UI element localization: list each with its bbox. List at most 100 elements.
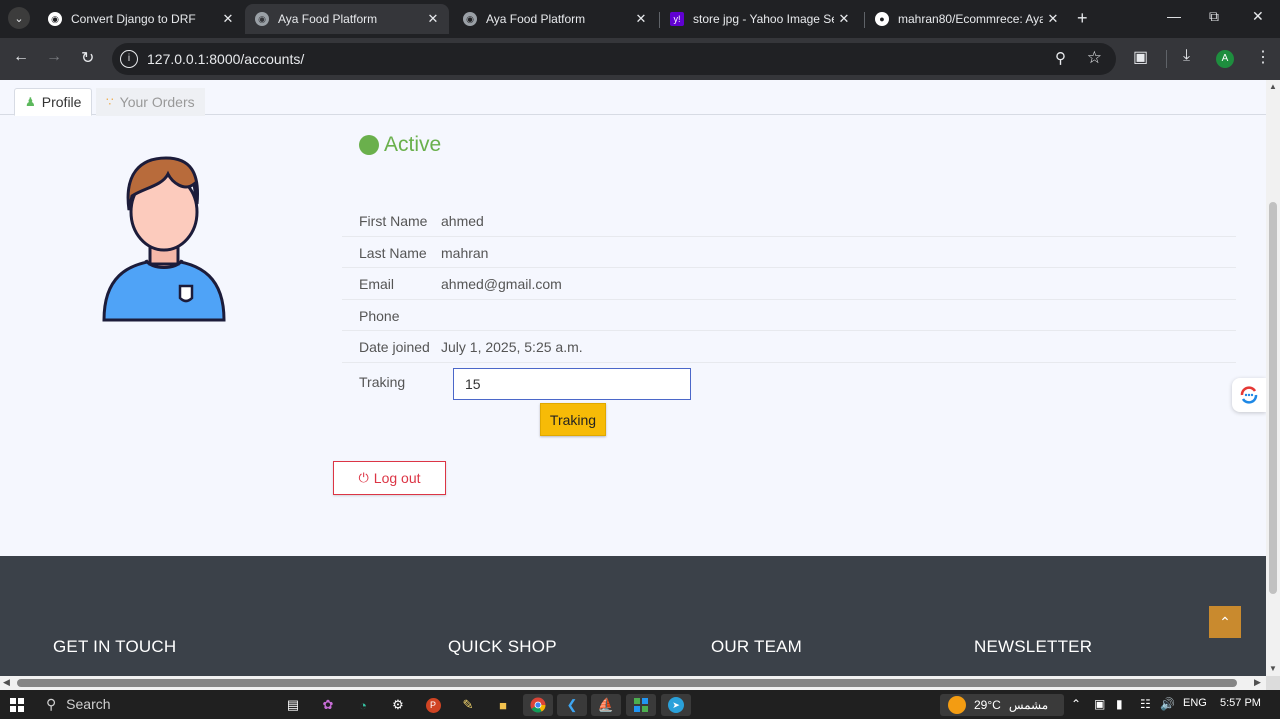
close-window-icon[interactable]: ✕ (1252, 8, 1264, 25)
tab-your-orders[interactable]: ∵ Your Orders (96, 88, 205, 116)
horizontal-scrollbar[interactable]: ◀ ▶ (0, 676, 1266, 690)
info-row-last-name: Last Name mahran (342, 237, 1236, 268)
tab-search-chevron-icon[interactable]: ⌄ (8, 7, 30, 29)
info-row-first-name: First Name ahmed (342, 205, 1236, 237)
wifi-icon[interactable]: ☷ (1140, 697, 1151, 711)
reload-icon[interactable]: ↻ (81, 48, 94, 68)
telegram-icon[interactable]: ➤ (661, 694, 691, 716)
site-info-icon[interactable]: i (120, 50, 138, 68)
info-row-date-joined: Date joined July 1, 2025, 5:25 a.m. (342, 331, 1236, 363)
task-view-icon[interactable]: ▤ (282, 694, 304, 716)
browser-toolbar: ← → ↻ i 127.0.0.1:8000/accounts/ ⚲ ☆ ▣ ⤓… (0, 38, 1280, 80)
weather-condition: مشمس (1008, 698, 1049, 712)
vertical-scrollbar[interactable]: ▲ ▼ (1266, 80, 1280, 676)
globe-icon: ◉ (255, 12, 269, 26)
profile-avatar[interactable]: A (1216, 50, 1234, 68)
back-to-top-button[interactable]: ⌃ (1209, 606, 1241, 638)
notepad-icon[interactable]: ✎ (457, 694, 479, 716)
status-dot-icon (359, 135, 379, 155)
profile-info-table: First Name ahmed Last Name mahran Email … (342, 205, 1236, 363)
page-viewport: ♟ Profile ∵ Your Orders Active First Nam… (0, 80, 1266, 676)
info-row-email: Email ahmed@gmail.com (342, 268, 1236, 300)
power-icon: ⏻ (358, 470, 369, 485)
browser-tab[interactable]: ◉ Convert Django to DRF ✕ (38, 4, 244, 34)
weather-temp: 29°C (974, 698, 1001, 712)
taskbar-search[interactable]: ⚲ Search (46, 696, 111, 713)
browser-tab[interactable]: ◉ Aya Food Platform ✕ (453, 4, 657, 34)
forward-icon[interactable]: → (46, 48, 62, 66)
account-status: Active (359, 133, 441, 157)
footer-heading-get-in-touch: GET IN TOUCH (53, 637, 177, 656)
tray-chevron-icon[interactable]: ⌃ (1071, 697, 1081, 711)
tracking-label: Traking (359, 374, 406, 390)
logout-button[interactable]: ⏻ Log out (333, 461, 446, 495)
tab-profile[interactable]: ♟ Profile (14, 88, 93, 116)
profile-avatar-illustration (102, 156, 226, 322)
info-label: Email (359, 276, 395, 292)
browser-tab[interactable]: y! store jpg - Yahoo Image Sea ✕ (660, 4, 860, 34)
tab-title: mahran80/Ecommrece: Aya (898, 12, 1043, 26)
close-tab-icon[interactable]: ✕ (631, 11, 651, 27)
footer-heading-our-team: OUR TEAM (711, 637, 803, 656)
extensions-icon[interactable]: ▣ (1133, 47, 1148, 67)
chrome-icon[interactable] (523, 694, 553, 716)
new-tab-icon[interactable]: + (1077, 8, 1088, 29)
language-indicator[interactable]: ENG (1183, 697, 1207, 709)
footer-heading-quick-shop: QUICK SHOP (448, 637, 557, 656)
clock[interactable]: 5:57 PM (1220, 697, 1261, 709)
close-tab-icon[interactable]: ✕ (423, 11, 443, 27)
logout-label: Log out (373, 470, 421, 486)
file-explorer-icon[interactable]: ■ (492, 694, 514, 716)
globe-icon: ◉ (463, 12, 477, 26)
meet-icon[interactable]: ▣ (1094, 697, 1105, 711)
tab-title: Aya Food Platform (486, 12, 586, 26)
address-bar[interactable]: i 127.0.0.1:8000/accounts/ ⚲ ☆ (112, 43, 1116, 75)
search-icon: ⚲ (46, 696, 57, 712)
weather-widget[interactable]: 29°C مشمس (940, 694, 1064, 716)
windows-start-icon[interactable] (6, 694, 28, 716)
status-label: Active (384, 133, 442, 156)
tab-title: Convert Django to DRF (71, 12, 196, 26)
info-label: First Name (359, 213, 428, 229)
tracking-input[interactable] (453, 368, 691, 400)
windows-taskbar: ⚲ Search ▤ ✿ ◔ ⚙ P ✎ ■ ❮ ⛵ ➤ 29°C مشمس ⌃… (0, 690, 1280, 719)
info-value: ahmed@gmail.com (441, 276, 562, 292)
browser-tab-strip: ⌄ ◉ Convert Django to DRF ✕ ◉ Aya Food P… (0, 0, 1280, 38)
powerpoint-icon[interactable]: P (422, 694, 444, 716)
browser-tab[interactable]: ● mahran80/Ecommrece: Aya ✕ (865, 4, 1069, 34)
chat-widget-icon[interactable] (1232, 378, 1266, 412)
close-tab-icon[interactable]: ✕ (218, 11, 238, 27)
downloads-icon[interactable]: ⤓ (1183, 47, 1190, 65)
copilot-icon[interactable]: ✿ (317, 694, 339, 716)
tab-title: store jpg - Yahoo Image Sea (693, 12, 834, 26)
app-grid-icon[interactable] (626, 694, 656, 716)
restore-icon[interactable]: ⧉ (1209, 8, 1219, 25)
user-icon: ♟ (25, 95, 36, 109)
close-tab-icon[interactable]: ✕ (1043, 11, 1063, 27)
tab-profile-label: Profile (41, 94, 82, 110)
back-icon[interactable]: ← (13, 48, 29, 66)
bookmark-star-icon[interactable]: ☆ (1087, 48, 1102, 68)
volume-icon[interactable]: 🔊 (1160, 697, 1175, 711)
close-tab-icon[interactable]: ✕ (834, 11, 854, 27)
battery-icon[interactable]: ▮ (1116, 697, 1123, 711)
settings-gear-icon[interactable]: ⚙ (387, 694, 409, 716)
search-label: Search (66, 696, 111, 712)
sun-icon (948, 696, 966, 714)
tab-title: Aya Food Platform (278, 12, 378, 26)
info-label: Phone (359, 307, 400, 324)
edge-icon[interactable]: ◔ (352, 694, 374, 716)
zoom-icon[interactable]: ⚲ (1055, 49, 1066, 67)
browser-tab-active[interactable]: ◉ Aya Food Platform ✕ (245, 4, 449, 34)
globe-icon: ◉ (48, 12, 62, 26)
tracking-button[interactable]: Traking (540, 403, 606, 436)
docker-icon[interactable]: ⛵ (591, 694, 621, 716)
url-text[interactable]: 127.0.0.1:8000/accounts/ (147, 51, 304, 67)
yahoo-icon: y! (670, 12, 684, 26)
site-footer: GET IN TOUCH QUICK SHOP OUR TEAM NEWSLET… (0, 556, 1266, 676)
minimize-icon[interactable]: — (1167, 8, 1181, 24)
github-icon: ● (875, 12, 889, 26)
menu-kebab-icon[interactable]: ⋮ (1255, 47, 1271, 67)
vscode-icon[interactable]: ❮ (557, 694, 587, 716)
info-label: Last Name (359, 244, 427, 261)
